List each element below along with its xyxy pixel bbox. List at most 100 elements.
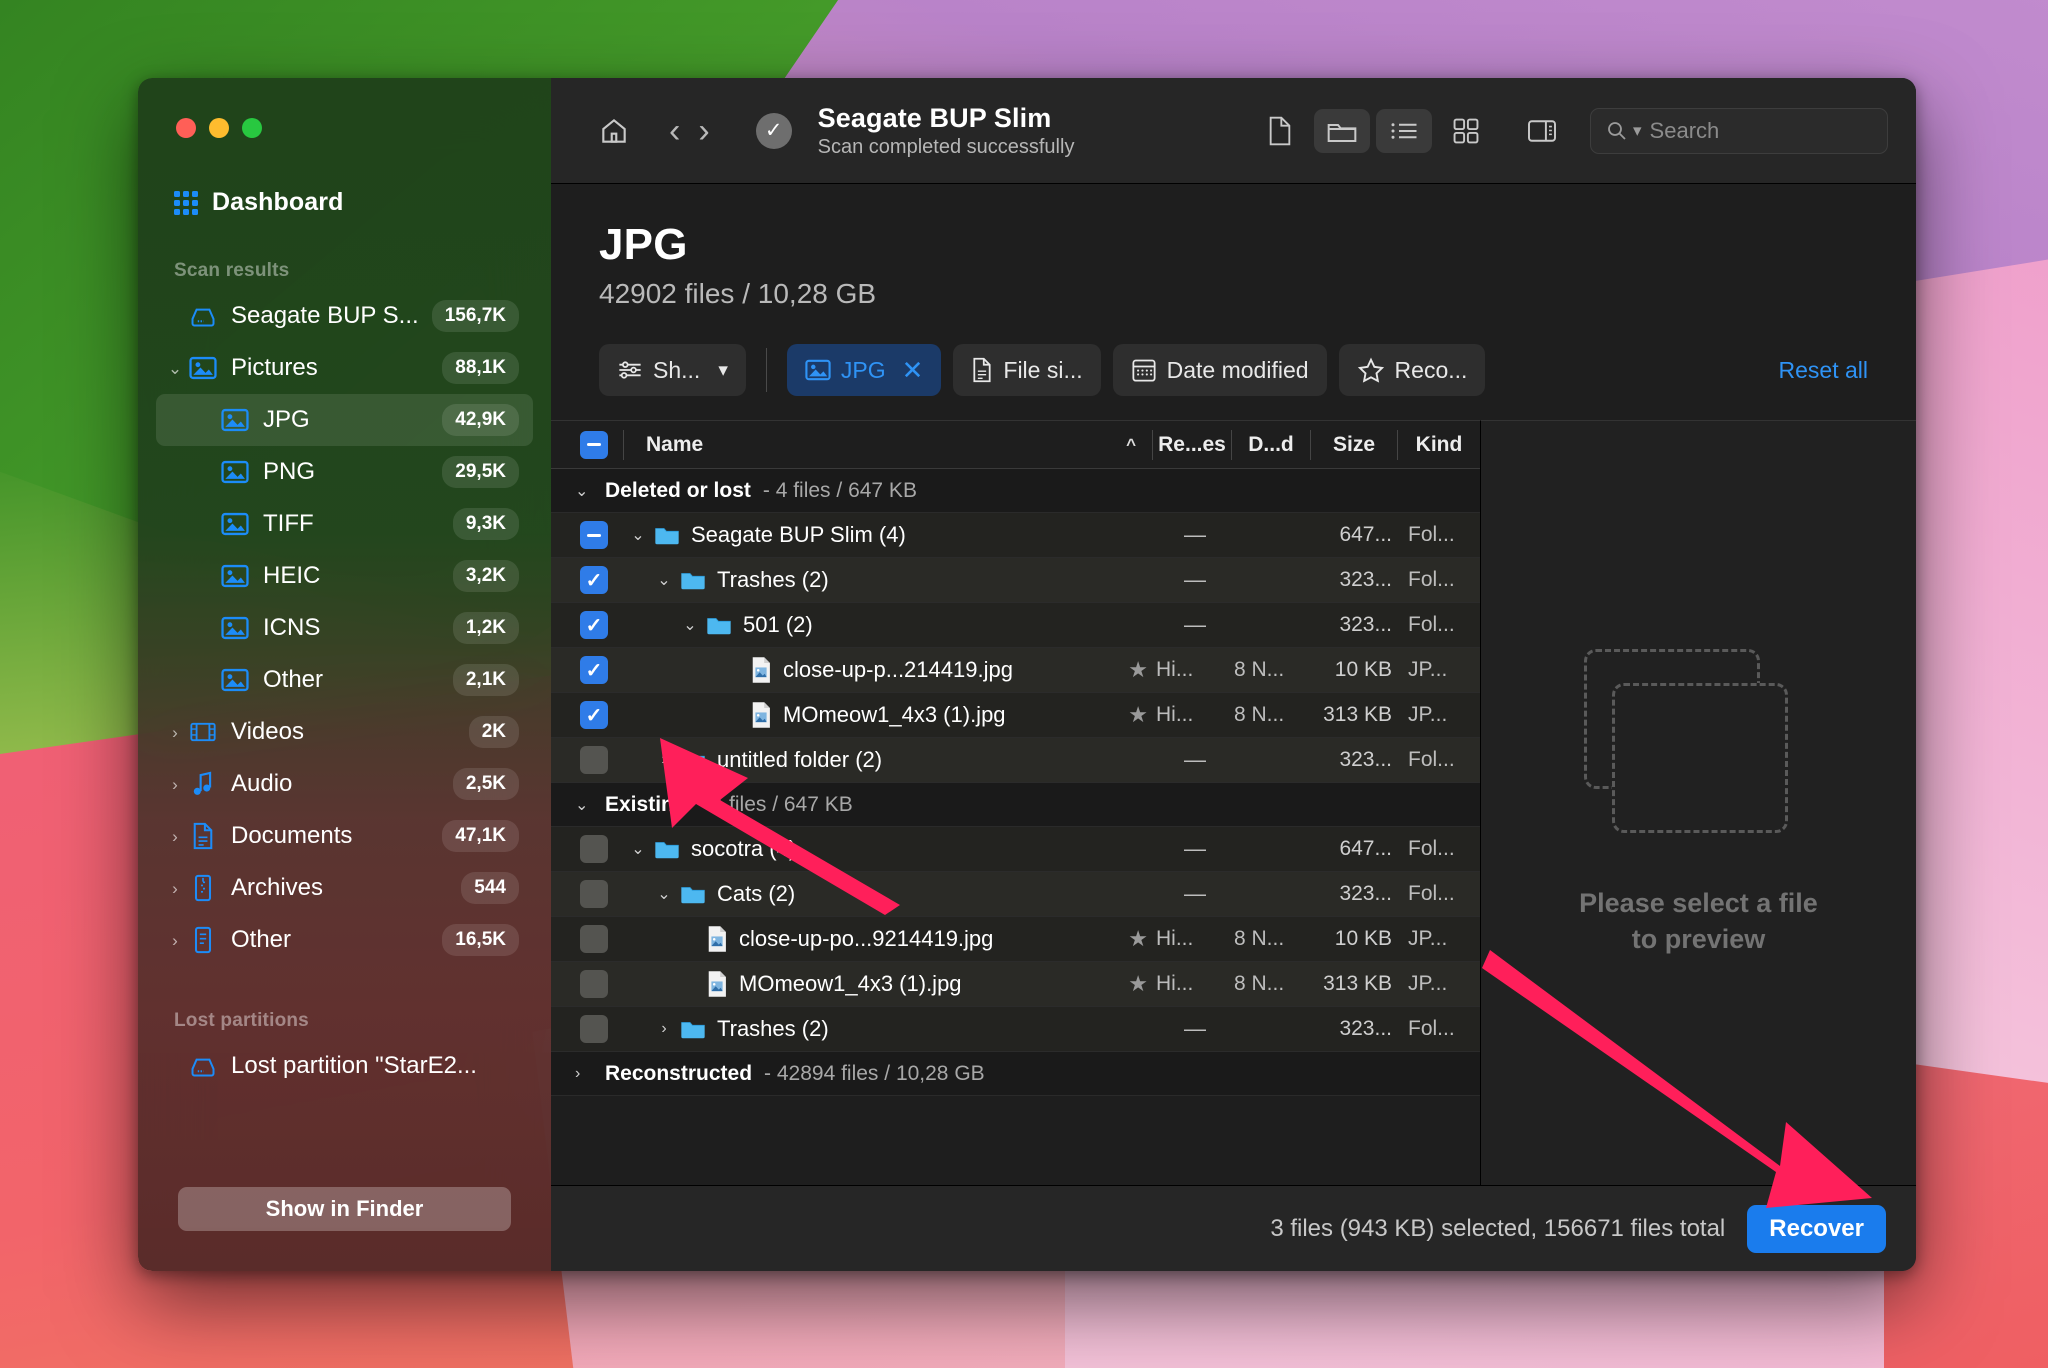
table-row[interactable]: ⌄ socotra (4) — 647... Fol... <box>551 827 1480 872</box>
recover-button[interactable]: Recover <box>1747 1204 1886 1253</box>
row-name: Trashes (2) <box>717 1016 829 1041</box>
chevron-down-icon[interactable]: ⌄ <box>623 525 653 545</box>
row-checkbox[interactable] <box>565 746 623 774</box>
close-window-button[interactable] <box>176 118 196 138</box>
chevron-right-icon[interactable]: › <box>162 828 188 845</box>
row-recovery: Hi... <box>1156 658 1194 681</box>
filter-chip-recovery-chances[interactable]: Reco... <box>1338 344 1486 396</box>
file-view-icon[interactable] <box>1252 109 1308 153</box>
sidebar-item-heic[interactable]: ›HEIC3,2K <box>156 550 533 602</box>
group-title: Reconstructed <box>605 1061 753 1085</box>
sidebar-item-documents[interactable]: › Documents 47,1K <box>156 810 533 862</box>
column-header-deleted[interactable]: D...d <box>1232 433 1310 457</box>
filter-chip-date-modified[interactable]: Date modified <box>1112 344 1327 396</box>
chevron-down-icon[interactable]: ⌄ <box>623 839 653 859</box>
recovery-star-icon: ★ <box>1128 657 1148 682</box>
minimize-window-button[interactable] <box>209 118 229 138</box>
chevron-down-icon[interactable]: ⌄ <box>649 570 679 590</box>
sidebar-item-tiff[interactable]: ›TIFF9,3K <box>156 498 533 550</box>
select-all-checkbox[interactable] <box>565 430 623 459</box>
sidebar-item-archives[interactable]: › Archives 544 <box>156 862 533 914</box>
row-checkbox[interactable] <box>565 880 623 908</box>
content-area: Name ^ Re...es D...d Size Kind ⌄ Deleted … <box>551 420 1916 1185</box>
sidebar-item-icns[interactable]: ›ICNS1,2K <box>156 602 533 654</box>
show-in-finder-button[interactable]: Show in Finder <box>178 1187 511 1231</box>
row-checkbox[interactable] <box>565 925 623 953</box>
column-header-recovery[interactable]: Re...es <box>1153 433 1231 457</box>
chevron-down-icon[interactable]: ⌄ <box>675 615 705 635</box>
sidebar-item-videos[interactable]: › Videos 2K <box>156 706 533 758</box>
zoom-window-button[interactable] <box>242 118 262 138</box>
row-kind: Fol... <box>1408 748 1455 771</box>
picture-icon <box>220 511 250 537</box>
column-header-kind[interactable]: Kind <box>1398 433 1480 457</box>
picture-icon <box>188 355 218 381</box>
sidebar-item-label: Pictures <box>231 354 318 381</box>
table-row[interactable]: ✓›close-up-p...214419.jpg★Hi...8 N...10 … <box>551 648 1480 693</box>
dashboard-grid-icon <box>174 190 198 215</box>
chevron-right-icon[interactable]: › <box>649 751 679 769</box>
chevron-down-icon[interactable]: ⌄ <box>575 481 593 501</box>
sidebar-item-other[interactable]: › Other 16,5K <box>156 914 533 966</box>
chevron-right-icon[interactable]: › <box>162 724 188 741</box>
row-checkbox[interactable] <box>565 1015 623 1043</box>
table-row[interactable]: ⌄ Cats (2) — 323... Fol... <box>551 872 1480 917</box>
sidebar-item-other[interactable]: ›Other2,1K <box>156 654 533 706</box>
filter-chip-jpg-close-icon[interactable]: ✕ <box>902 355 924 386</box>
chevron-right-icon[interactable]: › <box>162 880 188 897</box>
show-filter-chip[interactable]: Sh... ▾ <box>599 344 746 396</box>
sidebar-item-audio[interactable]: › Audio 2,5K <box>156 758 533 810</box>
row-checkbox[interactable] <box>565 521 623 549</box>
table-row[interactable]: ›close-up-po...9214419.jpg★Hi...8 N...10… <box>551 917 1480 962</box>
sidebar-item-png[interactable]: ›PNG29,5K <box>156 446 533 498</box>
row-checkbox[interactable] <box>565 970 623 998</box>
group-header[interactable]: ⌄ Existing - 4 files / 647 KB <box>551 783 1480 827</box>
chevron-right-icon[interactable]: › <box>575 1065 593 1083</box>
home-icon[interactable] <box>591 108 637 154</box>
column-header-size[interactable]: Size <box>1311 433 1397 457</box>
row-checkbox[interactable]: ✓ <box>565 611 623 639</box>
filter-chip-file-size[interactable]: File si... <box>953 344 1101 396</box>
panel-right-icon[interactable] <box>1514 109 1570 153</box>
jpg-file-icon <box>708 971 726 997</box>
row-checkbox[interactable] <box>565 835 623 863</box>
column-header-name[interactable]: Name ^ <box>624 433 1152 457</box>
selection-status-text: 3 files (943 KB) selected, 156671 files … <box>1270 1214 1726 1242</box>
search-input[interactable]: ▾ Search <box>1590 107 1888 154</box>
sidebar-item-jpg[interactable]: ›JPG42,9K <box>156 394 533 446</box>
group-header[interactable]: › Reconstructed - 42894 files / 10,28 GB <box>551 1052 1480 1096</box>
row-size: 647... <box>1339 523 1392 546</box>
chevron-right-icon[interactable]: › <box>162 776 188 793</box>
row-name: untitled folder (2) <box>717 747 883 772</box>
folder-view-icon[interactable] <box>1314 108 1370 153</box>
list-view-icon[interactable] <box>1376 108 1432 153</box>
row-checkbox[interactable]: ✓ <box>565 656 623 684</box>
chevron-down-icon[interactable]: ⌄ <box>649 884 679 904</box>
grid-view-icon[interactable] <box>1438 109 1494 153</box>
sidebar-item-lost-partition[interactable]: ›Lost partition "StarE2... <box>156 1040 533 1092</box>
row-checkbox[interactable]: ✓ <box>565 701 623 729</box>
table-row[interactable]: ✓›MOmeow1_4x3 (1).jpg★Hi...8 N...313 KBJ… <box>551 693 1480 738</box>
table-row[interactable]: ›MOmeow1_4x3 (1).jpg★Hi...8 N...313 KBJP… <box>551 962 1480 1007</box>
sidebar-item-dashboard[interactable]: Dashboard <box>162 181 527 224</box>
back-button[interactable]: ‹ <box>669 114 680 148</box>
table-row[interactable]: › untitled folder (2) — 323... Fol... <box>551 738 1480 783</box>
reset-all-button[interactable]: Reset all <box>1779 357 1880 384</box>
chevron-down-icon[interactable]: ⌄ <box>575 795 593 815</box>
lost-partitions-heading: Lost partitions <box>174 1010 309 1031</box>
row-size: 313 KB <box>1323 703 1392 726</box>
chevron-right-icon[interactable]: › <box>162 932 188 949</box>
table-row[interactable]: ✓ ⌄ 501 (2) — 323... Fol... <box>551 603 1480 648</box>
chevron-down-icon[interactable]: ⌄ <box>162 360 188 377</box>
table-row[interactable]: › Trashes (2) — 323... Fol... <box>551 1007 1480 1052</box>
table-row[interactable]: ⌄ Seagate BUP Slim (4) — 647... Fol... <box>551 513 1480 558</box>
group-header[interactable]: ⌄ Deleted or lost - 4 files / 647 KB <box>551 469 1480 513</box>
row-checkbox[interactable]: ✓ <box>565 566 623 594</box>
table-row[interactable]: ✓ ⌄ Trashes (2) — 323... Fol... <box>551 558 1480 603</box>
chevron-right-icon[interactable]: › <box>649 1020 679 1038</box>
forward-button[interactable]: › <box>698 114 709 148</box>
sidebar-item-seagate-bup-s[interactable]: ›Seagate BUP S...156,7K <box>156 290 533 342</box>
sidebar-item-badge: 544 <box>461 872 519 904</box>
sidebar-item-pictures[interactable]: ⌄ Pictures 88,1K <box>156 342 533 394</box>
filter-chip-jpg[interactable]: JPG ✕ <box>786 344 942 396</box>
